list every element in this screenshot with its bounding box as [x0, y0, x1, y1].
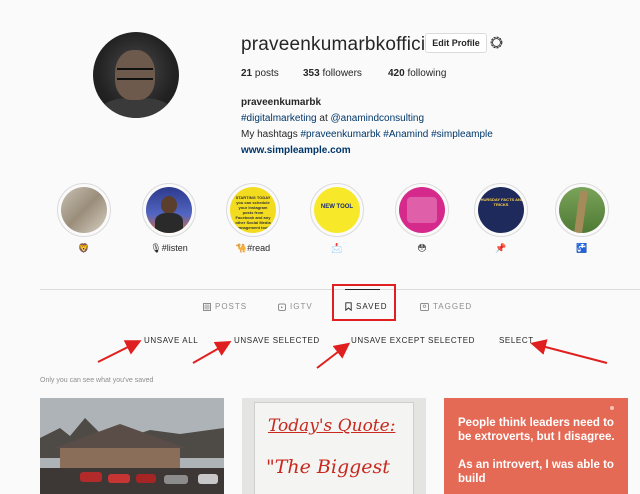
whiteboard-title: Today's Quote:: [268, 416, 396, 436]
post-image-street: [40, 398, 224, 494]
arrow-select: [530, 339, 608, 364]
arrow-unsave-selected: [192, 341, 232, 364]
saved-post-2[interactable]: Today's Quote: "The Biggest: [242, 398, 426, 494]
post-quote-text: People think leaders need to be extrover…: [458, 417, 615, 485]
saved-post-3[interactable]: People think leaders need to be extrover…: [444, 398, 628, 494]
arrow-unsave-except: [316, 342, 351, 369]
saved-privacy-note: Only you can see what you've saved: [40, 377, 154, 384]
arrow-unsave-all: [97, 340, 142, 363]
saved-post-1[interactable]: [40, 398, 224, 494]
whiteboard-text: "The Biggest: [266, 456, 390, 478]
